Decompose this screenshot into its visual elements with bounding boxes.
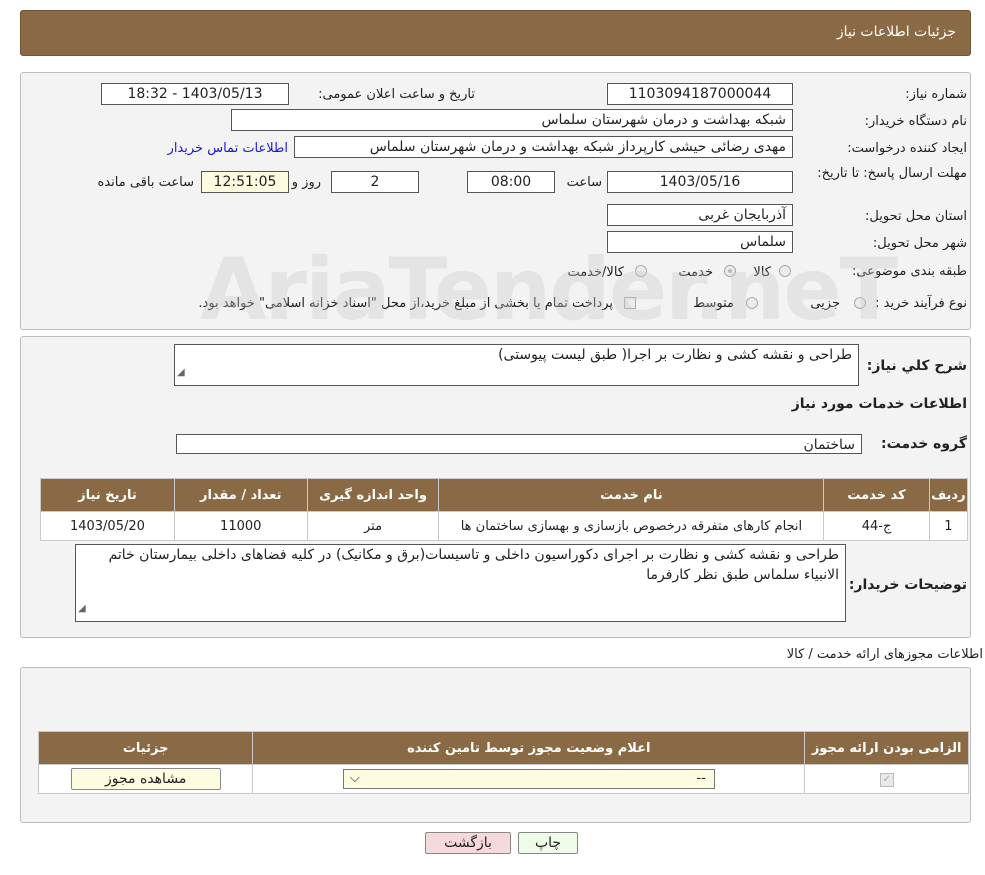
city-field[interactable]: سلماس [607, 231, 793, 253]
deadline-label: مهلت ارسال پاسخ: تا تاریخ: [817, 166, 967, 181]
col-service-code: کد خدمت [823, 478, 930, 512]
view-permit-button[interactable]: مشاهده مجوز [70, 768, 221, 790]
summary-text: طراحی و نقشه کشی و نظارت بر اجرا( طبق لی… [498, 347, 852, 363]
cell-quantity: 11000 [173, 511, 308, 541]
need-number-field[interactable]: 1103094187000044 [607, 83, 793, 105]
creator-field[interactable]: مهدی رضائی حیشی کارپرداز شبکه بهداشت و د… [294, 136, 793, 158]
permit-status-select-arrow: ⌵ [349, 771, 360, 786]
col-permit-required: الزامی بودن ارائه مجوز [804, 731, 969, 765]
permits-table: الزامی بودن ارائه مجوز اعلام وضعیت مجوز … [37, 731, 969, 794]
cell-row: 1 [928, 511, 969, 541]
province-field[interactable]: آذربایجان غربی [607, 204, 793, 226]
col-service-name: نام خدمت [438, 478, 825, 512]
cell-service-code: ج-44 [823, 511, 930, 541]
process-label: نوع فرآیند خرید : [875, 296, 967, 311]
table-row[interactable]: 1 ج-44 انجام کارهای متفرقه درخصوص بازساز… [40, 511, 969, 541]
province-label: استان محل تحویل: [865, 209, 967, 224]
col-need-date: تاریخ نیاز [40, 478, 175, 512]
buyer-notes-field[interactable]: طراحی و نقشه کشی و نظارت بر اجرای دکوراس… [75, 544, 846, 622]
deadline-time-label: ساعت [566, 175, 602, 190]
category-option-goods-service: کالا/خدمت [567, 265, 624, 280]
category-option-goods: کالا [753, 265, 771, 280]
announce-label: تاریخ و ساعت اعلان عمومی: [318, 87, 475, 102]
category-radio-service[interactable] [724, 265, 736, 277]
back-button[interactable]: بازگشت [425, 832, 511, 854]
cell-permit-status: ⌵ -- [252, 764, 806, 794]
creator-label: ایجاد کننده درخواست: [847, 141, 967, 156]
col-quantity: تعداد / مقدار [173, 478, 308, 512]
announce-datetime-field[interactable]: 1403/05/13 - 18:32 [101, 83, 289, 105]
buyer-notes-text: طراحی و نقشه کشی و نظارت بر اجرای دکوراس… [108, 547, 839, 583]
print-button[interactable]: چاپ [518, 832, 578, 854]
buyer-notes-label: توضیحات خریدار: [848, 577, 967, 593]
deadline-time-field[interactable]: 08:00 [467, 171, 555, 193]
summary-label: شرح کلي نياز: [866, 358, 967, 374]
days-label: روز و [291, 175, 321, 190]
col-permit-details: جزئیات [37, 731, 254, 765]
deadline-date-field[interactable]: 1403/05/16 [607, 171, 793, 193]
page-header: جزئیات اطلاعات نیاز [20, 10, 971, 56]
services-table: ردیف کد خدمت نام خدمت واحد اندازه گیری ت… [40, 478, 969, 541]
need-number-label: شماره نیاز: [905, 87, 967, 102]
permit-status-select[interactable]: ⌵ -- [342, 769, 715, 789]
buyer-field[interactable]: شبکه بهداشت و درمان شهرستان سلماس [231, 109, 793, 131]
page-title: جزئیات اطلاعات نیاز [836, 24, 956, 40]
cell-permit-details: مشاهده مجوز [37, 764, 254, 794]
category-label: طبقه بندی موضوعی: [851, 264, 967, 279]
permit-required-checkbox[interactable]: ✓ [879, 773, 894, 787]
col-row: ردیف [928, 478, 969, 512]
permit-status-select-value: -- [696, 771, 706, 786]
summary-field[interactable]: طراحی و نقشه کشی و نظارت بر اجرا( طبق لی… [174, 344, 859, 386]
buyer-label: نام دستگاه خریدار: [864, 114, 967, 129]
cell-unit: متر [306, 511, 440, 541]
table-row: ✓ ⌵ -- مشاهده مجوز [37, 764, 969, 794]
remaining-label: ساعت باقی مانده [97, 175, 194, 190]
service-group-field[interactable]: ساختمان [176, 434, 862, 454]
col-permit-status: اعلام وضعیت مجوز توسط تامین کننده [252, 731, 806, 765]
treasury-checkbox[interactable] [624, 297, 636, 309]
resize-grip-icon[interactable]: ◢ [78, 599, 86, 619]
process-option-minor: جزیی [810, 296, 840, 311]
remaining-time-field[interactable]: 12:51:05 [201, 171, 289, 193]
service-group-label: گروه خدمت: [881, 436, 967, 452]
process-radio-minor[interactable] [854, 297, 866, 309]
process-radio-medium[interactable] [746, 297, 758, 309]
process-option-medium: متوسط [693, 296, 734, 311]
days-remaining-field[interactable]: 2 [331, 171, 419, 193]
category-option-service: خدمت [678, 265, 713, 280]
permits-title: اطلاعات مجوزهای ارائه خدمت / کالا [786, 647, 983, 662]
category-radio-goods-service[interactable] [635, 265, 647, 277]
city-label: شهر محل تحویل: [872, 236, 967, 251]
buyer-contact-link[interactable]: اطلاعات تماس خریدار [168, 141, 288, 156]
cell-permit-required: ✓ [804, 764, 969, 794]
cell-service-name: انجام کارهای متفرقه درخصوص بازسازی و بهس… [438, 511, 825, 541]
category-radio-goods[interactable] [779, 265, 791, 277]
resize-grip-icon[interactable]: ◢ [177, 363, 185, 383]
col-unit: واحد اندازه گیری [306, 478, 440, 512]
treasury-note: پرداخت تمام یا بخشی از مبلغ خرید،از محل … [198, 296, 613, 311]
cell-need-date: 1403/05/20 [40, 511, 175, 541]
services-title: اطلاعات خدمات مورد نیاز [791, 396, 967, 412]
